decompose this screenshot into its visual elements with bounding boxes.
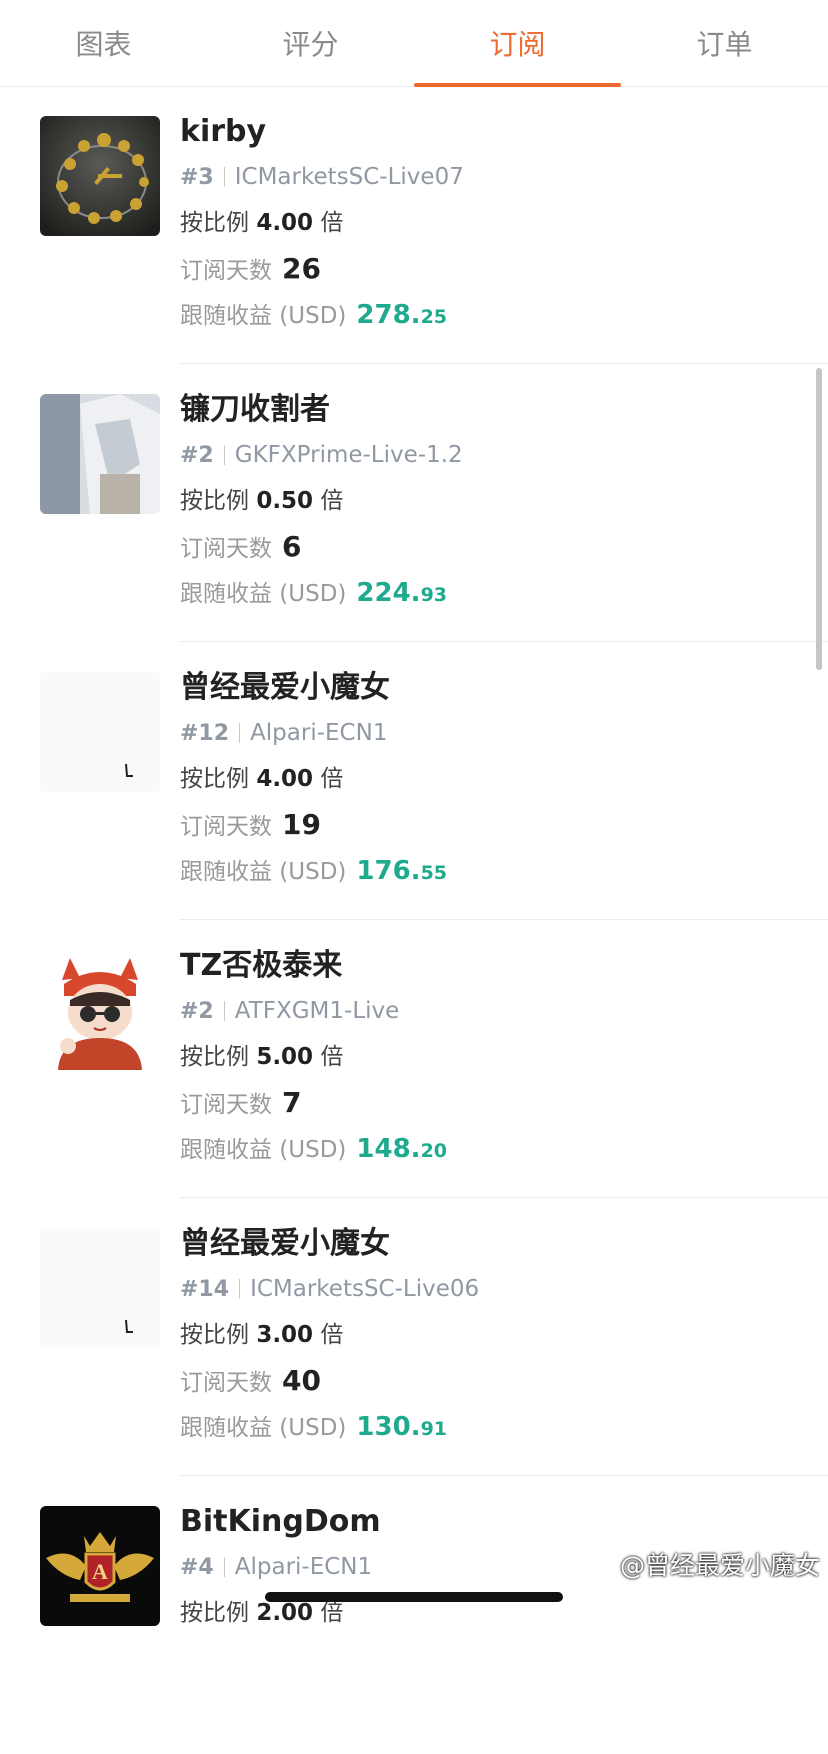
profit-integer: 130. xyxy=(356,1412,421,1442)
divider xyxy=(239,723,241,743)
rank-badge: #2 xyxy=(180,999,214,1024)
profit-label: 跟随收益 (USD) xyxy=(180,1415,347,1441)
subscription-list: kirby #3 ICMarketsSC-Live07 按比例 4.00 倍 订阅… xyxy=(0,86,828,1754)
photo-avatar xyxy=(40,394,160,514)
gold-clock-icon xyxy=(40,116,160,236)
rank-badge: #12 xyxy=(180,721,230,746)
profit-decimal: 25 xyxy=(420,306,448,328)
ratio-label: 按比例 xyxy=(180,766,249,792)
server-name: ICMarketsSC-Live07 xyxy=(234,164,464,190)
days-label: 订阅天数 xyxy=(180,814,272,840)
trader-name: kirby xyxy=(180,114,267,149)
ratio-unit: 倍 xyxy=(320,1044,344,1070)
server-name: ICMarketsSC-Live06 xyxy=(250,1276,480,1302)
ratio-value: 5.00 xyxy=(256,1044,314,1070)
server-name: Alpari-ECN1 xyxy=(250,720,388,746)
days-label: 订阅天数 xyxy=(180,258,272,284)
tab-chart[interactable]: 图表 xyxy=(0,0,207,86)
ratio-value: 4.00 xyxy=(256,210,314,236)
divider xyxy=(223,1001,225,1021)
profit-integer: 148. xyxy=(356,1134,421,1164)
ratio-value: 2.00 xyxy=(256,1600,314,1626)
rank-badge: #3 xyxy=(180,165,214,190)
profit-label: 跟随收益 (USD) xyxy=(180,581,347,607)
cartoon-avatar xyxy=(40,950,160,1070)
days-value: 26 xyxy=(282,252,321,285)
profit-integer: 176. xyxy=(356,856,421,886)
divider xyxy=(223,1557,225,1577)
profit-label: 跟随收益 (USD) xyxy=(180,303,347,329)
ratio-unit: 倍 xyxy=(320,210,344,236)
profit-decimal: 20 xyxy=(420,1140,448,1162)
ratio-label: 按比例 xyxy=(180,1322,249,1348)
trader-name: 曾经最爱小魔女 xyxy=(180,670,390,705)
ratio-unit: 倍 xyxy=(320,1600,344,1626)
profit-decimal: 91 xyxy=(420,1418,448,1440)
ratio-value: 4.00 xyxy=(256,766,314,792)
divider xyxy=(239,1279,241,1299)
days-value: 19 xyxy=(282,808,321,841)
list-item[interactable]: 曾经最爱小魔女 #14 ICMarketsSC-Live06 按比例 3.00 倍… xyxy=(0,1198,828,1476)
profit-decimal: 55 xyxy=(420,862,448,884)
days-value: 6 xyxy=(282,530,302,563)
trader-name: BitKingDom xyxy=(180,1504,381,1539)
ratio-label: 按比例 xyxy=(180,210,249,236)
trader-name: TZ否极泰来 xyxy=(180,948,343,983)
ratio-value: 3.00 xyxy=(256,1322,314,1348)
ratio-label: 按比例 xyxy=(180,488,249,514)
blank-avatar xyxy=(40,672,160,792)
tab-orders[interactable]: 订单 xyxy=(621,0,828,86)
days-label: 订阅天数 xyxy=(180,1092,272,1118)
days-label: 订阅天数 xyxy=(180,536,272,562)
ratio-label: 按比例 xyxy=(180,1600,249,1626)
profit-integer: 224. xyxy=(356,578,421,608)
trader-name: 曾经最爱小魔女 xyxy=(180,1226,390,1261)
days-value: 40 xyxy=(282,1364,321,1397)
crown-emblem-icon: A xyxy=(40,1506,160,1626)
ratio-value: 0.50 xyxy=(256,488,314,514)
rank-badge: #2 xyxy=(180,443,214,468)
profit-decimal: 93 xyxy=(420,584,448,606)
home-indicator[interactable] xyxy=(265,1592,563,1602)
scrollbar[interactable] xyxy=(816,368,822,670)
divider xyxy=(223,445,225,465)
trader-name: 镰刀收割者 xyxy=(180,392,330,427)
profit-integer: 278. xyxy=(356,300,421,330)
server-name: GKFXPrime-Live-1.2 xyxy=(234,442,463,468)
server-name: ATFXGM1-Live xyxy=(234,998,400,1024)
ratio-unit: 倍 xyxy=(320,1322,344,1348)
profit-label: 跟随收益 (USD) xyxy=(180,1137,347,1163)
days-value: 7 xyxy=(282,1086,302,1119)
rank-badge: #4 xyxy=(180,1555,214,1580)
blank-avatar xyxy=(40,1228,160,1348)
divider xyxy=(223,167,225,187)
ratio-unit: 倍 xyxy=(320,766,344,792)
tab-bar: 图表 评分 订阅 订单 xyxy=(0,0,828,87)
ratio-label: 按比例 xyxy=(180,1044,249,1070)
list-item[interactable]: 镰刀收割者 #2 GKFXPrime-Live-1.2 按比例 0.50 倍 订阅… xyxy=(0,364,828,642)
list-item[interactable]: A BitKingDom #4 Alpari-ECN1 按比例 2.00 倍 xyxy=(0,1476,828,1754)
rank-badge: #14 xyxy=(180,1277,230,1302)
ratio-unit: 倍 xyxy=(320,488,344,514)
watermark-text: @曾经最爱小魔女 xyxy=(619,1551,820,1580)
list-item[interactable]: 曾经最爱小魔女 #12 Alpari-ECN1 按比例 4.00 倍 订阅天数 19… xyxy=(0,642,828,920)
tab-subscribe[interactable]: 订阅 xyxy=(414,0,621,87)
days-label: 订阅天数 xyxy=(180,1370,272,1396)
profit-label: 跟随收益 (USD) xyxy=(180,859,347,885)
server-name: Alpari-ECN1 xyxy=(234,1554,373,1580)
list-item[interactable]: kirby #3 ICMarketsSC-Live07 按比例 4.00 倍 订阅… xyxy=(0,86,828,364)
tab-rating[interactable]: 评分 xyxy=(207,0,414,86)
svg-text:A: A xyxy=(92,1559,108,1584)
list-item[interactable]: TZ否极泰来 #2 ATFXGM1-Live 按比例 5.00 倍 订阅天数 7 跟… xyxy=(0,920,828,1198)
